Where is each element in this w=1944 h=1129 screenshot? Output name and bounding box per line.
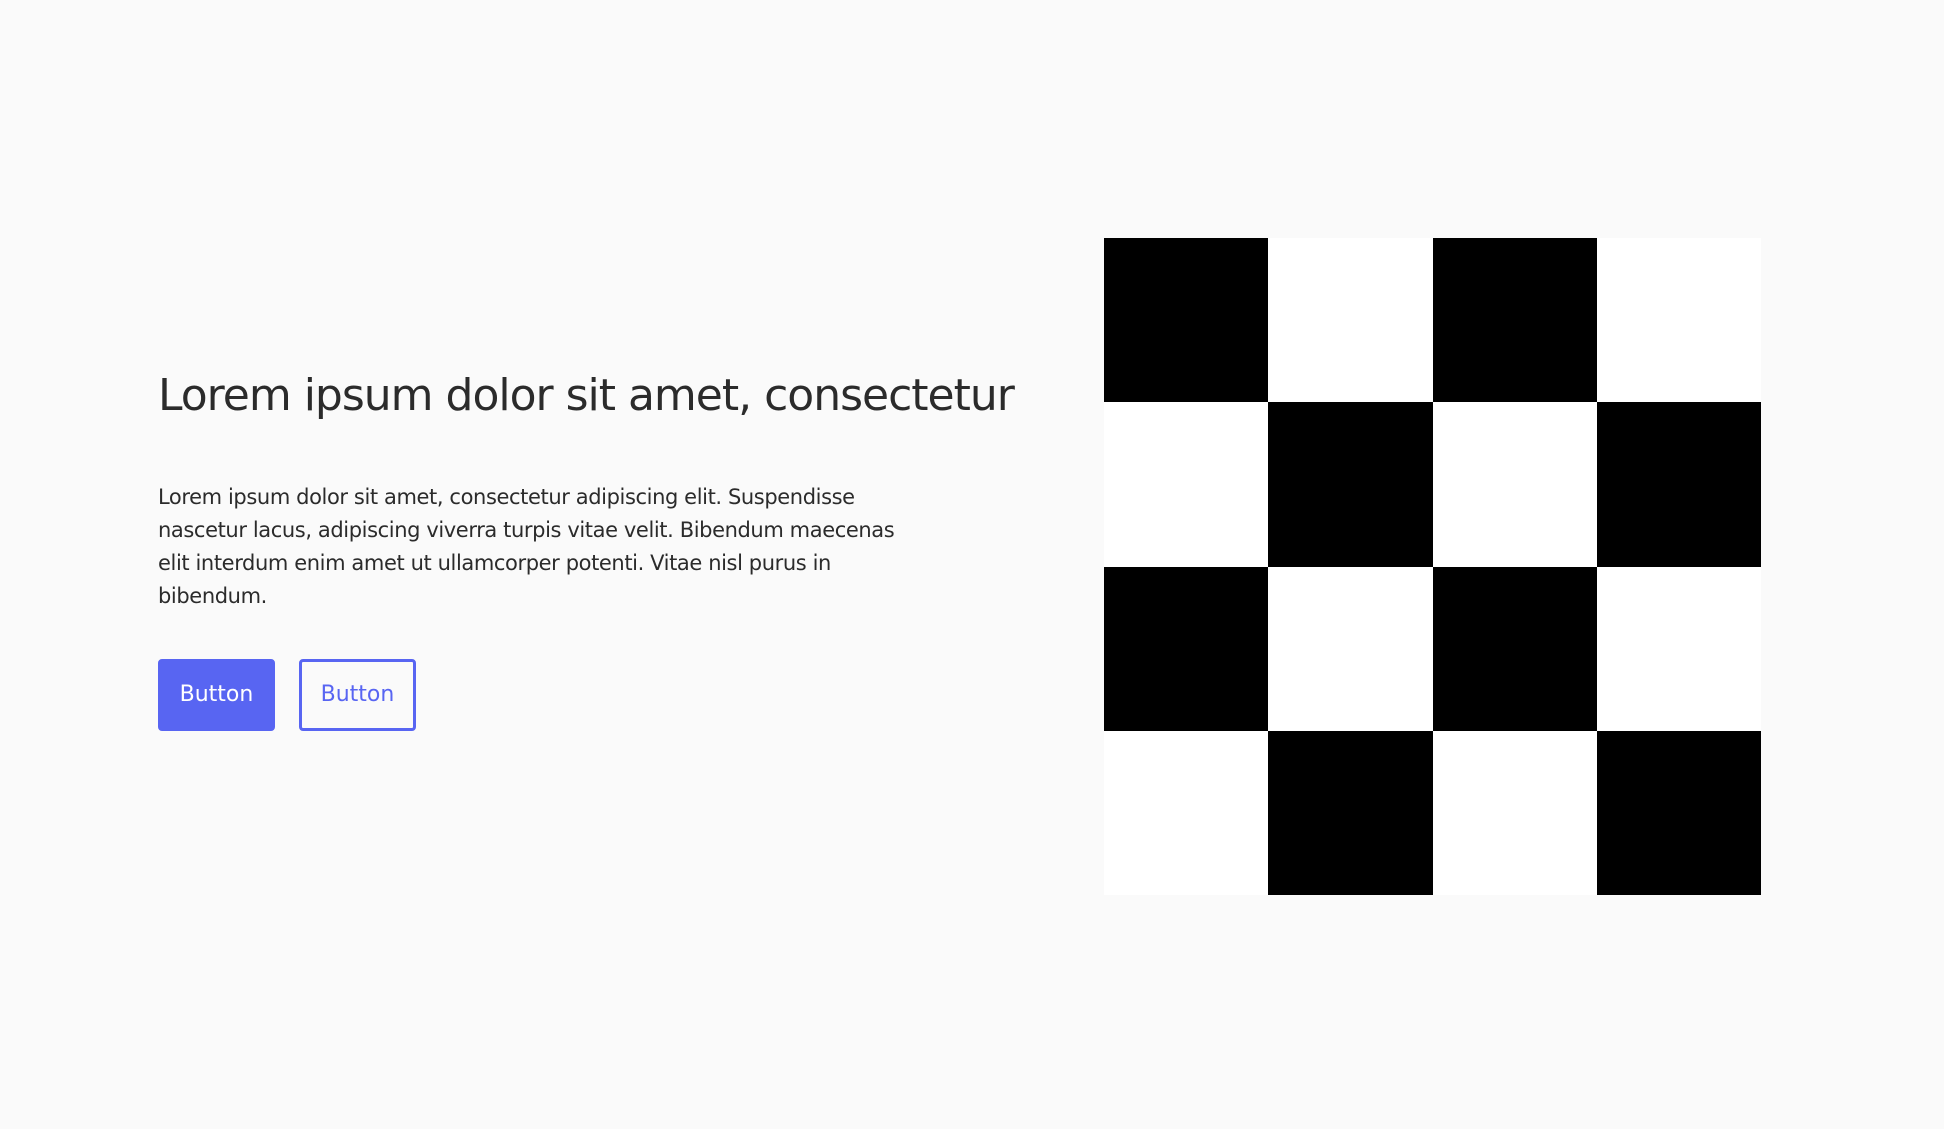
checker-cell-light [1104,730,1269,895]
checker-cell-light [1104,402,1269,567]
hero-body: Lorem ipsum dolor sit amet, consectetur … [158,484,895,608]
checker-cell-light [1596,238,1761,403]
primary-button[interactable]: Button [158,658,275,731]
checker-cell-light [1596,566,1761,731]
checker-cell-light [1432,730,1597,895]
checker-cell-dark [1432,238,1597,403]
hero-title: Lorem ipsum dolor sit amet, consectetur [158,370,1015,421]
button-group: Button Button [158,658,918,731]
checkerboard-image [1104,238,1761,895]
checker-cell-dark [1104,238,1269,403]
checker-cell-dark [1432,566,1597,731]
hero-text-column: Lorem ipsum dolor sit amet, consectetur … [158,370,1015,731]
checker-cell-dark [1596,402,1761,567]
secondary-button[interactable]: Button [299,658,416,731]
page: Lorem ipsum dolor sit amet, consectetur … [0,0,1944,1129]
checker-cell-light [1432,402,1597,567]
checker-cell-dark [1104,566,1269,731]
checker-cell-light [1268,238,1433,403]
checker-cell-dark [1268,730,1433,895]
checker-cell-dark [1596,730,1761,895]
checker-cell-dark [1268,402,1433,567]
checker-cell-light [1268,566,1433,731]
